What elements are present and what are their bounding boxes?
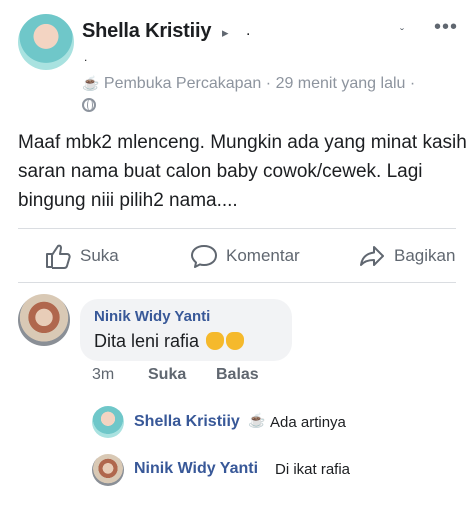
reply-author[interactable]: Ninik Widy Yanti	[134, 460, 258, 478]
divider	[18, 228, 456, 229]
reply-avatar[interactable]	[92, 454, 124, 486]
pointing-hand-icon	[226, 332, 245, 350]
meta-separator: ·	[265, 75, 272, 92]
comment-author[interactable]: Ninik Widy Yanti	[94, 308, 210, 325]
post-time[interactable]: 29 menit yang lalu	[276, 75, 406, 92]
comment-button[interactable]: Komentar	[190, 242, 300, 270]
reply-avatar[interactable]	[92, 406, 124, 438]
comment-bubble: Ninik Widy Yanti Dita leni rafia	[80, 299, 292, 361]
share-arrow-icon	[360, 246, 384, 266]
comment-reply-link[interactable]: Balas	[216, 366, 259, 384]
comment-time: 3m	[92, 366, 115, 383]
sub-dot: .	[84, 50, 88, 64]
author-avatar[interactable]	[18, 14, 74, 70]
facebook-post: Shella Kristiiy ▸ . ˇ ••• . ☕ Pembuka Pe…	[0, 0, 474, 507]
like-button[interactable]: Suka	[44, 242, 119, 270]
author-suffix: ▸	[222, 25, 229, 40]
divider	[18, 282, 456, 283]
thumbs-up-icon	[46, 244, 71, 269]
post-text: Maaf mbk2 mlenceng. Mungkin ada yang min…	[18, 132, 467, 211]
meta-separator: ·	[409, 75, 416, 92]
activity-label[interactable]: Pembuka Percakapan	[104, 75, 261, 92]
comment-label: Komentar	[226, 246, 300, 265]
post-meta: ☕ Pembuka Percakapan · 29 menit yang lal…	[82, 72, 422, 117]
reply-text: Di ikat rafia	[275, 461, 351, 478]
comment-text: Dita leni rafia	[94, 331, 200, 351]
share-button[interactable]: Bagikan	[358, 242, 455, 270]
comment-text-wrap: Dita leni rafia	[94, 331, 245, 352]
more-options-icon[interactable]: •••	[434, 16, 458, 39]
share-label: Bagikan	[394, 246, 456, 265]
author-suffix-dot: .	[246, 22, 251, 39]
commenter-avatar[interactable]	[18, 294, 70, 346]
post-author-name[interactable]: Shella Kristiiy	[82, 20, 211, 43]
header-mark: ˇ	[400, 26, 404, 40]
reply-author[interactable]: Shella Kristiiy	[134, 413, 240, 431]
globe-icon	[82, 98, 96, 112]
speech-bubble-icon	[191, 245, 217, 268]
pointing-hand-icon	[206, 332, 225, 350]
coffee-cup-icon: ☕	[82, 75, 100, 91]
reply-text: Ada artinya	[270, 414, 346, 431]
coffee-cup-icon: ☕	[248, 412, 266, 428]
comment-like-link[interactable]: Suka	[148, 366, 186, 384]
like-label: Suka	[80, 246, 119, 265]
